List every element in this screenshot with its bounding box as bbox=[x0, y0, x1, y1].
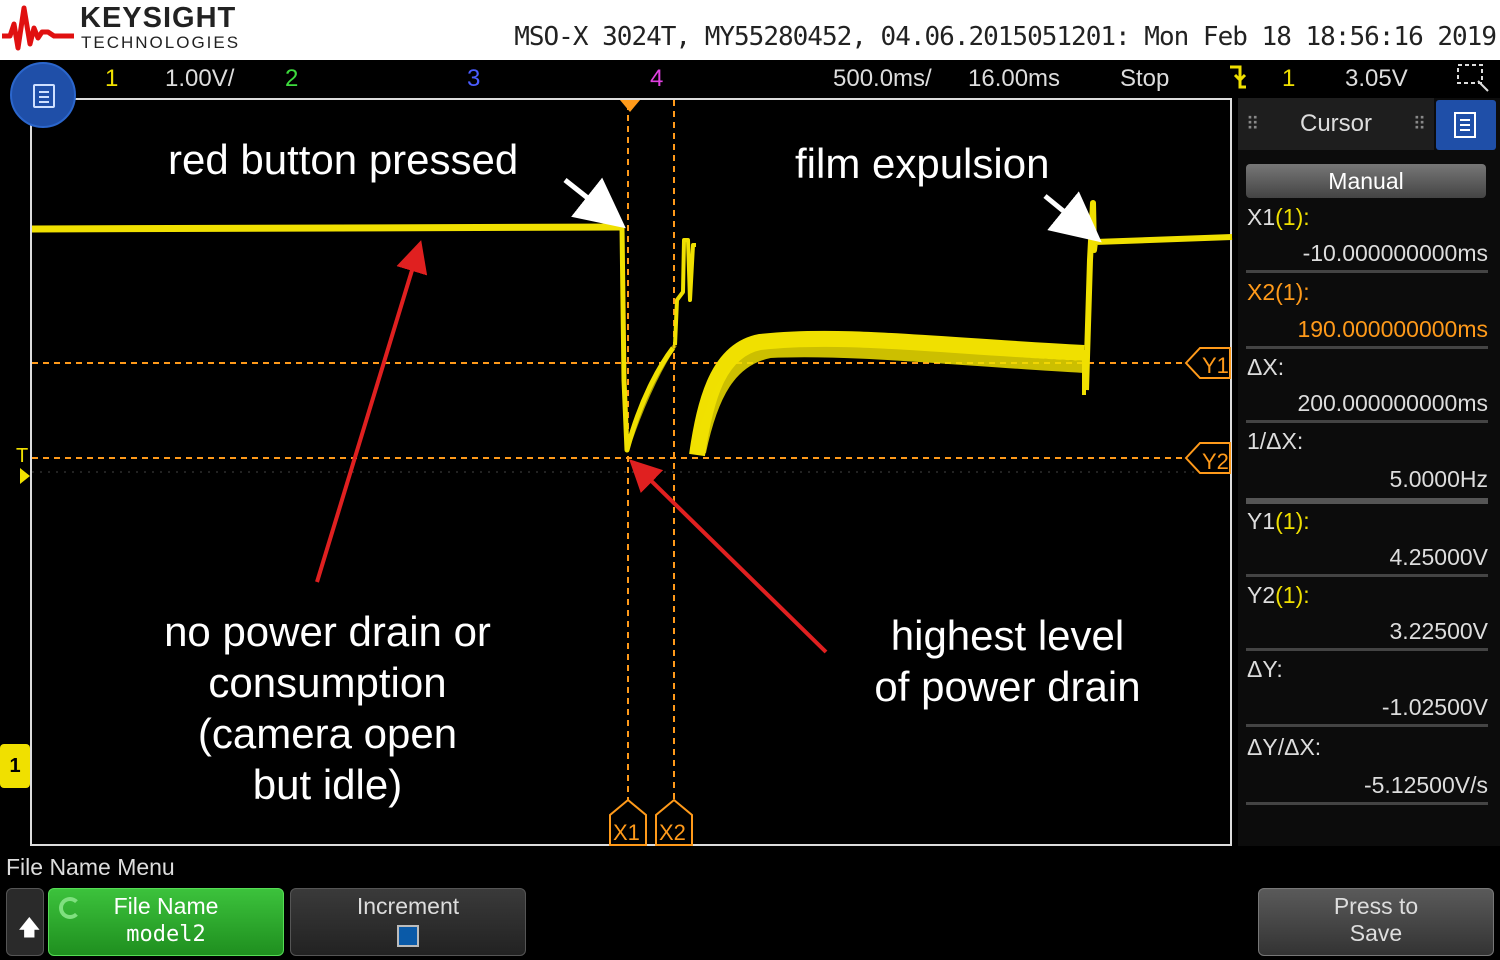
separator bbox=[1246, 420, 1488, 423]
x2-value: 190.000000000ms bbox=[1297, 316, 1488, 342]
panel-menu-button[interactable] bbox=[1436, 100, 1496, 150]
annotation-highest-line-2: of power drain bbox=[874, 663, 1141, 710]
inverse-delta-x-value: 5.0000Hz bbox=[1389, 466, 1488, 492]
annotation-highest-line-1: highest level bbox=[890, 612, 1125, 659]
y2-label[interactable]: Y2(1): bbox=[1247, 582, 1310, 609]
file-name-value: model2 bbox=[126, 922, 206, 947]
y2-channel: (1): bbox=[1275, 582, 1310, 608]
inverse-delta-x-label: 1/ΔX: bbox=[1247, 428, 1304, 454]
annotation-red-button: red button pressed bbox=[168, 136, 519, 183]
trigger-position-marker[interactable] bbox=[620, 100, 640, 112]
y2-cursor-label: Y2 bbox=[1202, 449, 1229, 474]
grab-handle-icon: ⠿ bbox=[1246, 114, 1260, 134]
separator bbox=[1246, 802, 1488, 805]
annotation-idle-line-3: (camera open bbox=[197, 710, 458, 757]
main-menu-button[interactable] bbox=[10, 62, 76, 128]
menu-icon bbox=[33, 84, 55, 108]
x2-cursor-label: X2 bbox=[659, 820, 686, 845]
separator bbox=[1246, 724, 1488, 727]
separator bbox=[1246, 648, 1488, 651]
red-button-arrow bbox=[563, 177, 626, 229]
grab-handle-icon: ⠿ bbox=[1412, 114, 1426, 134]
annotation-idle-line-1: no power drain or bbox=[164, 608, 491, 655]
delta-y-value: -1.02500V bbox=[1381, 694, 1488, 720]
annotation-idle: no power drain or consumption (camera op… bbox=[140, 606, 515, 810]
y2-label-text: Y2 bbox=[1247, 582, 1276, 608]
file-name-label: File Name bbox=[113, 893, 219, 919]
increment-softkey[interactable]: Increment bbox=[290, 888, 526, 956]
annotation-idle-line-4: but idle) bbox=[252, 761, 403, 808]
increment-checkbox[interactable] bbox=[397, 925, 419, 947]
annotation-idle-line-2: consumption bbox=[208, 659, 447, 706]
dy-dx-label: ΔY/ΔX: bbox=[1247, 734, 1322, 760]
x1-label[interactable]: X1(1): bbox=[1247, 204, 1310, 231]
cursor-title-text: Cursor bbox=[1299, 110, 1372, 137]
delta-x-value: 200.000000000ms bbox=[1297, 390, 1488, 416]
trigger-level-marker[interactable] bbox=[20, 468, 30, 484]
x2-label[interactable]: X2(1): bbox=[1247, 279, 1310, 306]
cursor-panel-title[interactable]: ⠿ Cursor ⠿ bbox=[1238, 98, 1434, 150]
delta-x-label: ΔX: bbox=[1247, 354, 1285, 380]
save-label-line-2: Save bbox=[1349, 920, 1403, 946]
refresh-icon bbox=[59, 897, 81, 919]
section-separator bbox=[1246, 498, 1488, 504]
dy-dx-value: -5.12500V/s bbox=[1363, 772, 1488, 798]
menu-icon bbox=[1454, 112, 1476, 138]
channel-1-waveform bbox=[31, 200, 1233, 457]
cursor-panel: ⠿ Cursor ⠿ Manual X1(1): -10.000000000ms… bbox=[1238, 98, 1500, 846]
highest-drain-arrow bbox=[629, 459, 828, 654]
x1-label-text: X1 bbox=[1247, 204, 1276, 230]
y1-label-text: Y1 bbox=[1247, 508, 1276, 534]
trigger-level-label: T bbox=[16, 445, 28, 467]
cursor-mode-button[interactable]: Manual bbox=[1246, 164, 1486, 198]
y1-label[interactable]: Y1(1): bbox=[1247, 508, 1310, 535]
x1-channel: (1): bbox=[1275, 204, 1310, 230]
film-expulsion-arrow bbox=[1043, 191, 1102, 243]
y1-channel: (1): bbox=[1275, 508, 1310, 534]
separator bbox=[1246, 346, 1488, 349]
separator bbox=[1246, 270, 1488, 273]
delta-y-label: ΔY: bbox=[1247, 656, 1283, 682]
x2-channel: (1): bbox=[1275, 279, 1310, 305]
press-to-save-softkey[interactable]: Press to Save bbox=[1258, 888, 1494, 956]
annotation-film-expulsion: film expulsion bbox=[795, 140, 1050, 187]
idle-arrow bbox=[315, 240, 428, 583]
increment-label: Increment bbox=[356, 893, 460, 919]
y1-value: 4.25000V bbox=[1389, 544, 1488, 570]
back-up-button[interactable]: 🡅 bbox=[6, 888, 44, 956]
x1-value: -10.000000000ms bbox=[1302, 240, 1488, 266]
up-arrow-icon: 🡅 bbox=[18, 915, 41, 940]
save-label-line-1: Press to bbox=[1333, 893, 1419, 919]
file-name-softkey[interactable]: File Name model2 bbox=[48, 888, 284, 956]
channel-1-ground-marker[interactable]: 1 bbox=[0, 744, 30, 788]
separator bbox=[1246, 574, 1488, 577]
x1-cursor-label: X1 bbox=[613, 820, 640, 845]
y2-value: 3.22500V bbox=[1389, 618, 1488, 644]
softkey-menu-title: File Name Menu bbox=[6, 854, 175, 880]
y1-cursor-label: Y1 bbox=[1202, 353, 1229, 378]
annotation-highest-drain: highest level of power drain bbox=[850, 610, 1165, 712]
x2-label-text: X2 bbox=[1247, 279, 1276, 305]
